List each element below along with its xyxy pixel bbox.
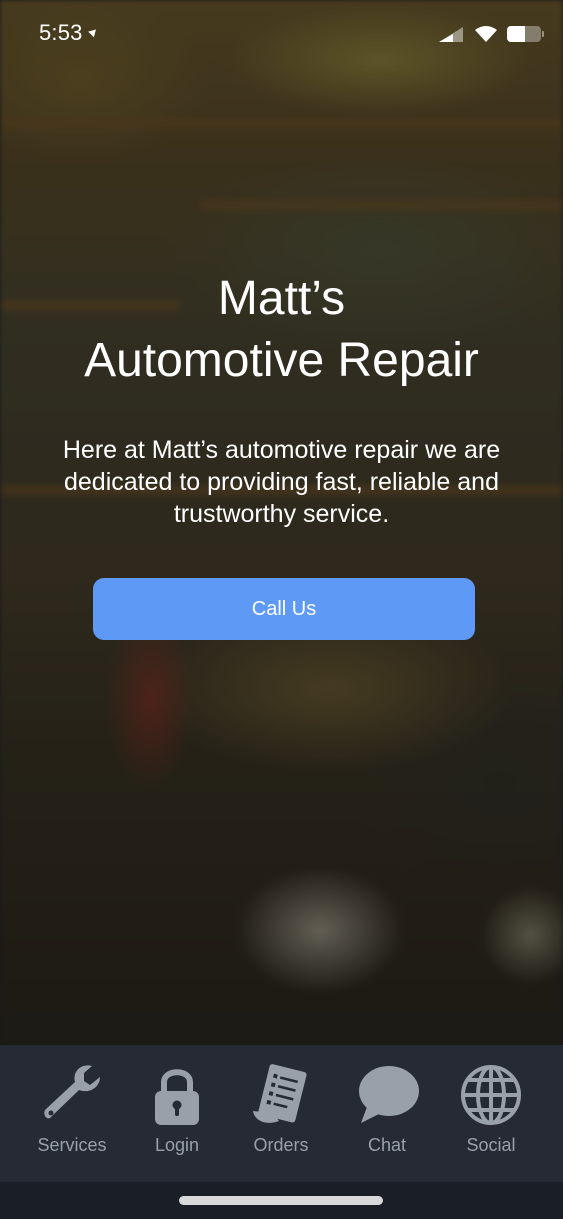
title-line-1: Matt’s <box>217 272 346 325</box>
call-us-button[interactable]: Call Us <box>93 578 475 640</box>
tab-label-social: Social <box>466 1135 516 1155</box>
home-indicator[interactable] <box>179 1196 383 1205</box>
page-title: Matt’s Automotive Repair <box>0 268 563 392</box>
tab-login[interactable]: Login <box>132 1063 222 1163</box>
receipt-icon <box>253 1064 307 1123</box>
hero-description: Here at Matt’s automotive repair we are … <box>62 436 501 528</box>
tab-label-orders: Orders <box>253 1135 309 1155</box>
tab-social[interactable]: Social <box>446 1063 536 1163</box>
cellular-signal-icon <box>439 27 463 42</box>
tab-chat[interactable]: Chat <box>342 1063 432 1163</box>
location-arrow-icon <box>88 26 99 38</box>
hero-section: Matt’s Automotive Repair Here at Matt’s … <box>0 268 563 530</box>
wrench-icon <box>44 1065 100 1119</box>
title-line-2: Automotive Repair <box>84 334 479 387</box>
tab-label-chat: Chat <box>367 1135 407 1155</box>
battery-icon <box>507 26 544 42</box>
status-time: 5:53 <box>39 20 83 45</box>
lock-icon <box>155 1069 199 1125</box>
globe-icon <box>461 1065 521 1125</box>
tab-orders[interactable]: Orders <box>236 1063 326 1163</box>
status-bar: 5:53 <box>0 0 563 70</box>
tab-services[interactable]: Services <box>27 1063 117 1163</box>
app-screen: 5:53 Matt’s Automotive Repair Here at Ma… <box>0 0 563 1219</box>
tab-label-services: Services <box>37 1135 107 1155</box>
bottom-tab-bar: Services Login Orders Chat Social <box>0 1045 563 1182</box>
tab-label-login: Login <box>154 1135 200 1155</box>
chat-bubble-icon <box>359 1066 419 1123</box>
home-indicator-area <box>0 1182 563 1219</box>
wifi-icon <box>475 26 497 42</box>
status-icons <box>437 26 544 42</box>
